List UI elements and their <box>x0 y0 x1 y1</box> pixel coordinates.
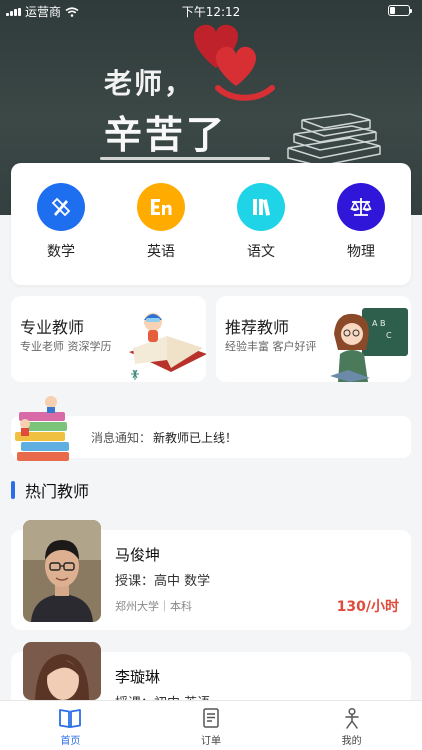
status-time: 下午12:12 <box>181 5 241 19</box>
tab-label: 我的 <box>341 736 362 747</box>
subject-physics[interactable]: 物理 <box>311 163 411 285</box>
section-header: 热门教师 <box>11 480 90 501</box>
teacher-avatar <box>23 642 101 700</box>
tab-bar: 首页 订单 我的 <box>0 700 422 750</box>
banner-line2: 辛苦了 <box>104 113 228 157</box>
subject-label: 英语 <box>147 244 175 260</box>
tab-orders[interactable]: 订单 <box>141 701 282 750</box>
subject-math[interactable]: 数学 <box>11 163 111 285</box>
books-sketch-illustration <box>287 113 381 167</box>
status-bar: 运营商 下午12:12 <box>0 0 422 20</box>
battery-icon <box>388 5 412 16</box>
subject-card: 数学 英语 语文 物理 <box>11 163 411 285</box>
tab-label: 订单 <box>201 736 221 747</box>
teacher-name: 马俊坤 <box>115 546 161 564</box>
notice-label: 消息通知： <box>91 431 152 445</box>
books-icon <box>237 183 285 231</box>
document-icon <box>203 708 219 728</box>
promo-title: 专业教师 <box>20 318 85 337</box>
teacher-card[interactable]: 马俊坤 授课：高中 数学 郑州大学｜本科 130/小时 <box>11 520 411 630</box>
balance-scale-icon <box>337 183 385 231</box>
promo-subtitle: 专业老师 资深学历 <box>20 340 112 353</box>
promo-subtitle: 经验丰富 客户好评 <box>225 340 317 353</box>
teacher-girl-illustration: A B C <box>330 308 408 382</box>
tab-mine[interactable]: 我的 <box>281 701 422 750</box>
section-accent-bar <box>11 481 15 499</box>
subject-english[interactable]: 英语 <box>111 163 211 285</box>
teacher-education: 郑州大学｜本科 <box>115 600 192 613</box>
banner-line1: 老师， <box>104 67 195 100</box>
book-stack-kids-illustration <box>15 396 69 461</box>
subject-chinese[interactable]: 语文 <box>211 163 311 285</box>
subject-label: 物理 <box>347 244 375 260</box>
subject-label: 数学 <box>47 244 75 260</box>
teacher-course: 授课：高中 数学 <box>115 574 211 589</box>
person-icon <box>344 707 359 729</box>
promo-title: 推荐教师 <box>225 318 290 337</box>
tab-label: 首页 <box>60 736 81 747</box>
subject-label: 语文 <box>247 244 275 260</box>
teacher-avatar <box>23 520 101 622</box>
tab-home[interactable]: 首页 <box>0 701 141 750</box>
section-title: 热门教师 <box>25 482 90 501</box>
svg-text:C: C <box>386 331 392 340</box>
banner-chalk-line <box>100 157 270 160</box>
teacher-price: 130/小时 <box>336 599 399 615</box>
teacher-name: 李璇琳 <box>115 668 161 686</box>
svg-text:A B: A B <box>372 319 386 328</box>
open-book-boy-illustration <box>129 313 206 380</box>
notice-text: 新教师已上线！ <box>153 431 238 445</box>
promo-professional-teachers[interactable]: 专业教师 专业老师 资深学历 <box>11 296 206 382</box>
en-letters-icon <box>137 183 185 231</box>
pencil-ruler-icon <box>37 183 85 231</box>
promo-recommended-teachers[interactable]: 推荐教师 经验丰富 客户好评 A B C <box>216 296 411 382</box>
book-icon <box>59 709 82 728</box>
